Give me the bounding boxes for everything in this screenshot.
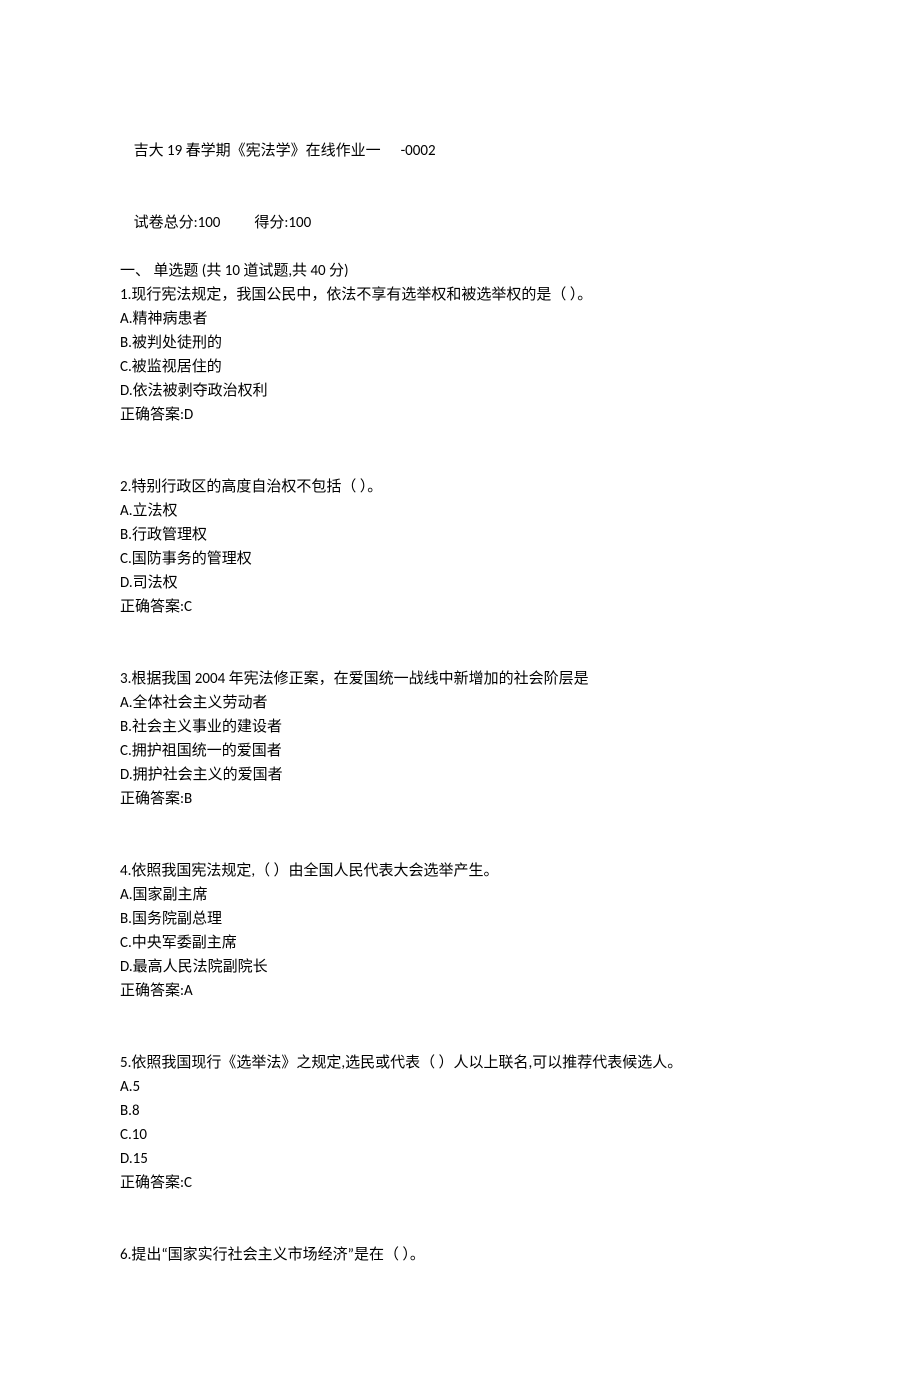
option-a: A.全体社会主义劳动者 bbox=[120, 691, 800, 715]
score-prefix: 试卷总分:100 bbox=[134, 214, 221, 232]
question-stem: 4.依照我国宪法规定,（ ）由全国人民代表大会选举产生。 bbox=[120, 859, 800, 883]
score-suffix: 得分:100 bbox=[254, 214, 311, 232]
option-b: B.国务院副总理 bbox=[120, 907, 800, 931]
option-c: C.被监视居住的 bbox=[120, 355, 800, 379]
question-block: 1.现行宪法规定，我国公民中，依法不享有选举权和被选举权的是（ ）。 A.精神病… bbox=[120, 283, 800, 427]
option-c: C.中央军委副主席 bbox=[120, 931, 800, 955]
answer-line: 正确答案:C bbox=[120, 1171, 800, 1195]
document-page: 吉大 19 春学期《宪法学》在线作业一-0002 试卷总分:100得分:100 … bbox=[0, 0, 920, 1375]
question-stem: 3.根据我国 2004 年宪法修正案，在爱国统一战线中新增加的社会阶层是 bbox=[120, 667, 800, 691]
title-line: 吉大 19 春学期《宪法学》在线作业一 -0002 bbox=[120, 115, 800, 187]
question-stem: 6.提出“国家实行社会主义市场经济”是在（ ）。 bbox=[120, 1243, 800, 1267]
answer-line: 正确答案:D bbox=[120, 403, 800, 427]
answer-line: 正确答案:A bbox=[120, 979, 800, 1003]
option-b: B.社会主义事业的建设者 bbox=[120, 715, 800, 739]
option-d: D.15 bbox=[120, 1147, 800, 1171]
option-a: A.精神病患者 bbox=[120, 307, 800, 331]
question-stem: 5.依照我国现行《选举法》之规定,选民或代表（ ）人以上联名,可以推荐代表候选人… bbox=[120, 1051, 800, 1075]
option-c: C.国防事务的管理权 bbox=[120, 547, 800, 571]
answer-line: 正确答案:B bbox=[120, 787, 800, 811]
section-heading: 一、 单选题 (共 10 道试题,共 40 分) bbox=[120, 259, 800, 283]
question-block: 5.依照我国现行《选举法》之规定,选民或代表（ ）人以上联名,可以推荐代表候选人… bbox=[120, 1051, 800, 1195]
title-prefix: 吉大 19 春学期《宪法学》在线作业一 bbox=[134, 142, 381, 160]
score-line: 试卷总分:100 得分:100 bbox=[120, 187, 800, 259]
option-a: A.5 bbox=[120, 1075, 800, 1099]
answer-line: 正确答案:C bbox=[120, 595, 800, 619]
option-b: B.8 bbox=[120, 1099, 800, 1123]
option-d: D.拥护社会主义的爱国者 bbox=[120, 763, 800, 787]
question-stem: 2.特别行政区的高度自治权不包括（ ）。 bbox=[120, 475, 800, 499]
option-d: D.依法被剥夺政治权利 bbox=[120, 379, 800, 403]
question-block: 2.特别行政区的高度自治权不包括（ ）。 A.立法权 B.行政管理权 C.国防事… bbox=[120, 475, 800, 619]
option-b: B.行政管理权 bbox=[120, 523, 800, 547]
option-a: A.国家副主席 bbox=[120, 883, 800, 907]
option-c: C.拥护祖国统一的爱国者 bbox=[120, 739, 800, 763]
option-d: D.司法权 bbox=[120, 571, 800, 595]
question-stem: 1.现行宪法规定，我国公民中，依法不享有选举权和被选举权的是（ ）。 bbox=[120, 283, 800, 307]
option-c: C.10 bbox=[120, 1123, 800, 1147]
option-a: A.立法权 bbox=[120, 499, 800, 523]
question-block: 6.提出“国家实行社会主义市场经济”是在（ ）。 bbox=[120, 1243, 800, 1267]
question-block: 3.根据我国 2004 年宪法修正案，在爱国统一战线中新增加的社会阶层是 A.全… bbox=[120, 667, 800, 811]
option-d: D.最高人民法院副院长 bbox=[120, 955, 800, 979]
question-block: 4.依照我国宪法规定,（ ）由全国人民代表大会选举产生。 A.国家副主席 B.国… bbox=[120, 859, 800, 1003]
option-b: B.被判处徒刑的 bbox=[120, 331, 800, 355]
title-suffix: -0002 bbox=[401, 142, 436, 160]
